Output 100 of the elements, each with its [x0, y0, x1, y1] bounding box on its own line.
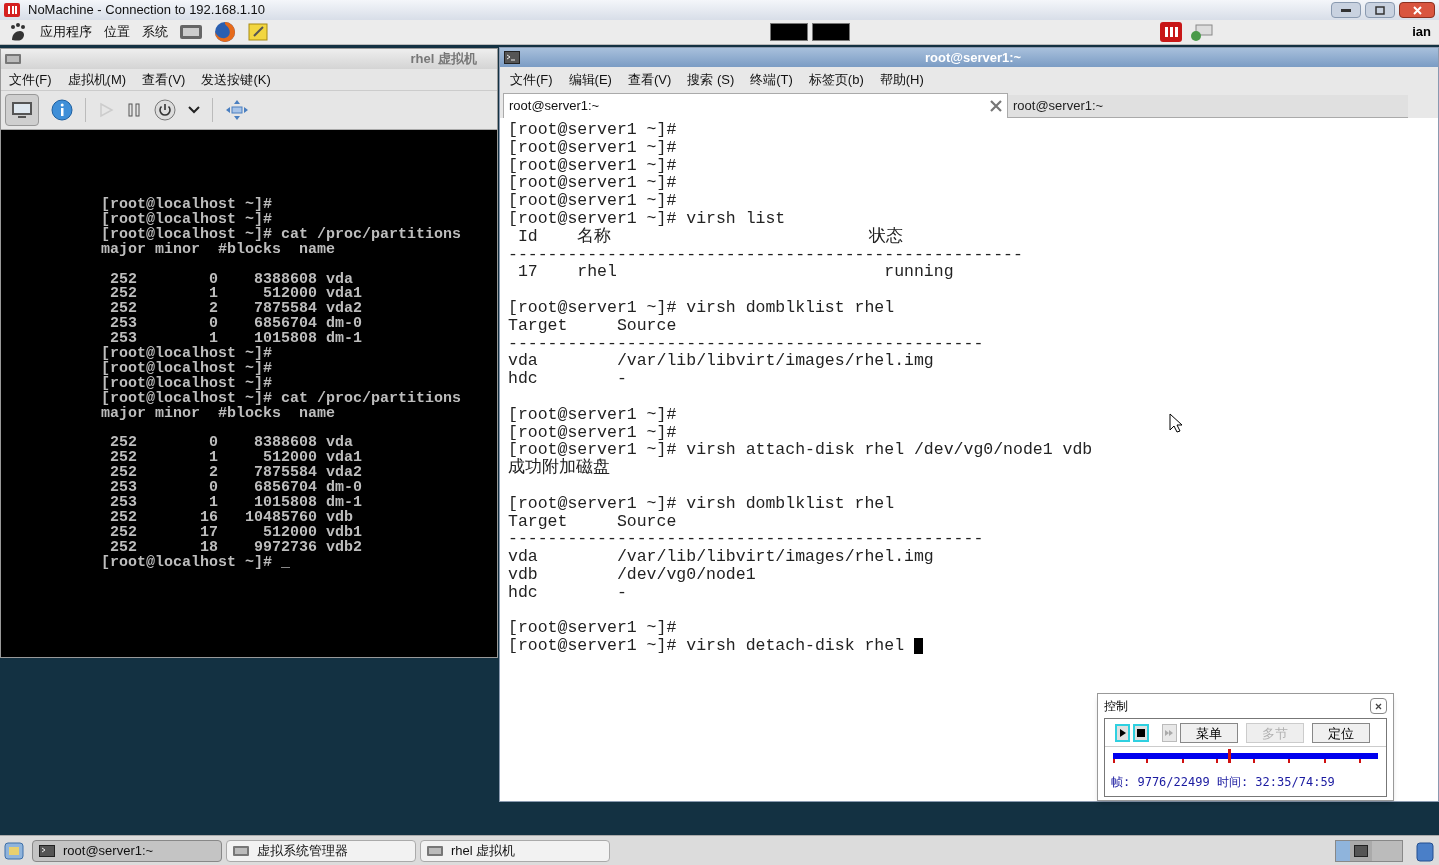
close-button[interactable] [1370, 698, 1387, 714]
terminal-icon [39, 844, 55, 857]
terminal-line: [root@server1 ~]# virsh domblklist rhel [508, 298, 895, 317]
terminal-line: ------------------------------------------------ [508, 334, 984, 353]
menu-item[interactable]: 终端(T) [750, 69, 793, 90]
power-icon[interactable] [154, 99, 176, 121]
monitor-icon [11, 101, 33, 119]
terminal-line: vda /var/lib/libvirt/images/rhel.img [508, 548, 934, 566]
terminal-line: 17 rhel running [516, 263, 954, 282]
show-desktop-icon[interactable] [4, 840, 24, 861]
menu-item[interactable]: 位置 [104, 22, 130, 42]
menu-item[interactable]: 搜索 (S) [687, 69, 735, 90]
menu-item[interactable]: 帮助(H) [879, 69, 924, 90]
terminal-line: vda /var/lib/libvirt/images/rhel.img [508, 352, 934, 371]
user-name[interactable]: ian [1412, 22, 1431, 42]
terminal-line: [root@server1 ~]# [508, 174, 677, 193]
close-icon[interactable] [990, 100, 1002, 112]
console-line: major minor #blocks name [101, 406, 336, 422]
notes-icon[interactable] [248, 22, 268, 42]
menu-item[interactable]: 系统 [142, 22, 168, 42]
move-icon[interactable] [225, 99, 249, 121]
menu-item[interactable]: 编辑(E) [568, 69, 612, 90]
taskbar-item[interactable]: root@server1:~ [32, 839, 222, 862]
menu-item[interactable]: 应用程序 [40, 22, 92, 42]
caret-icon[interactable] [188, 106, 200, 114]
terminal-line: [root@server1 ~]# virsh list [508, 210, 786, 228]
terminal-line: [root@server1 ~]# [508, 405, 677, 424]
terminal-line: Target Source [508, 316, 677, 335]
mouse-pointer-icon [1169, 413, 1183, 433]
terminal-line: [root@server1 ~]# [508, 138, 677, 157]
terminal-line: [root@server1 ~]# [508, 423, 677, 442]
playback-status: 帧: 9776/22499 时间: 32:35/74:59 [1111, 774, 1336, 791]
terminal-line: [root@server1 ~]# [508, 121, 677, 139]
terminal-line: hdc - [508, 370, 627, 388]
terminal-tab[interactable]: root@server1:~ [1008, 95, 1408, 118]
info-icon[interactable] [51, 99, 73, 121]
panel-button[interactable]: 定位 [1312, 722, 1370, 743]
console-line: [root@localhost ~]# cat /proc/partitions [101, 227, 462, 243]
text-cursor [913, 638, 923, 654]
console-line: 253 1 1015808 dm-1 [109, 496, 363, 511]
menu-item[interactable]: 标签页(b) [808, 69, 864, 90]
menu-item[interactable]: 文件(F) [9, 69, 52, 90]
app-logo-icon [4, 3, 20, 17]
minimize-button[interactable] [1331, 2, 1361, 18]
stop-button[interactable] [1133, 723, 1149, 742]
taskbar-item[interactable]: 虚拟系统管理器 [226, 839, 416, 862]
play-icon [1118, 727, 1127, 738]
panel-title: 控制 [1104, 698, 1128, 715]
terminal-line: Id 名称 状态 [517, 227, 903, 246]
terminal-line: [root@server1 ~]# virsh domblklist rhel [508, 494, 895, 513]
terminal-line: ------------------------------------------------ [508, 530, 984, 549]
menu-item[interactable]: 查看(V) [142, 69, 186, 90]
close-icon [1412, 5, 1422, 15]
console-line: [root@localhost ~]# [101, 376, 273, 392]
menu-item[interactable]: 文件(F) [510, 69, 553, 90]
restore-button[interactable] [1365, 2, 1395, 18]
terminal-area[interactable] [500, 118, 1438, 801]
window-title: root@server1:~ [925, 48, 1022, 67]
app-logo-icon[interactable] [1160, 22, 1183, 42]
console-line: 252 16 10485760 vdb [109, 511, 354, 526]
terminal-line: 成功附加磁盘 [508, 459, 610, 477]
taskbar-item[interactable]: rhel 虚拟机 [420, 839, 610, 862]
vm-manager-icon [5, 54, 21, 64]
minimize-icon [1341, 8, 1351, 12]
terminal-line: Target Source [508, 512, 677, 531]
console-line: 252 17 512000 vdb1 [109, 525, 363, 541]
vm-manager-icon [427, 844, 443, 857]
window-title: rhel 虚拟机 [410, 50, 477, 69]
menu-item[interactable]: 虚拟机(M) [67, 69, 127, 90]
menu-item[interactable]: 查看(V) [627, 69, 672, 90]
progress-thumb[interactable] [1228, 749, 1231, 763]
terminal-icon [504, 51, 520, 64]
foot-logo-icon[interactable] [8, 22, 28, 42]
vm-manager-icon [233, 844, 249, 857]
cpu-monitor [770, 23, 808, 41]
window-title: NoMachine - Connection to 192.168.1.10 [28, 1, 266, 20]
terminal-icon [1354, 844, 1368, 857]
console-line: 252 18 9972736 vdb2 [110, 540, 363, 556]
vm-console[interactable] [1, 130, 497, 657]
play-button[interactable] [1115, 723, 1131, 742]
close-button[interactable] [1399, 2, 1435, 18]
console-button[interactable] [5, 94, 39, 126]
network-monitor [812, 23, 850, 41]
terminal-line: [root@server1 ~]# [508, 156, 677, 175]
panel-button[interactable]: 菜单 [1180, 722, 1238, 743]
pause-icon[interactable] [126, 102, 142, 118]
vm-manager-icon[interactable] [180, 25, 202, 39]
terminal-line: [root@server1 ~]# virsh detach-disk rhel [508, 637, 906, 655]
stop-icon [1137, 728, 1146, 737]
terminal-line: [root@server1 ~]# virsh attach-disk rhel /dev/vg0/node1 vdb [508, 441, 1093, 460]
workspace-switcher[interactable] [1335, 839, 1403, 862]
network-icon[interactable] [1190, 23, 1215, 41]
menu-item[interactable]: 发送按键(K) [201, 69, 271, 90]
terminal-line: ---------------------------------------------------- [508, 245, 1023, 264]
console-line: [root@localhost ~]# _ [101, 555, 291, 571]
terminal-line: vdb /dev/vg0/node1 [508, 565, 756, 584]
terminal-tab[interactable]: root@server1:~ [503, 93, 1008, 118]
terminal-line: hdc - [508, 583, 627, 602]
restore-icon [1375, 5, 1385, 15]
fast-forward-icon [1164, 728, 1175, 737]
